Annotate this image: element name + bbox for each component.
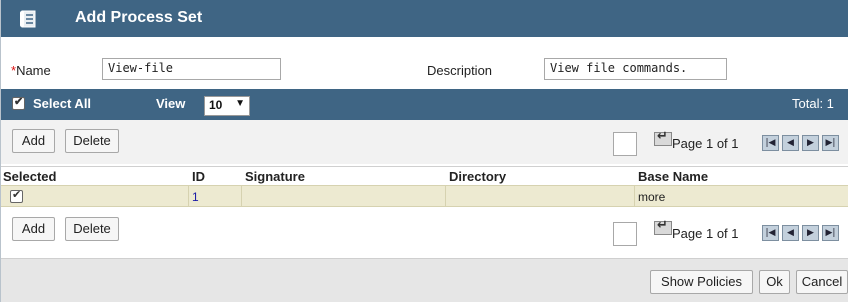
first-page-icon[interactable]: |◀ — [762, 225, 779, 241]
col-signature[interactable]: Signature — [245, 169, 305, 184]
column-divider — [241, 186, 242, 206]
description-field[interactable]: View file commands. — [544, 58, 727, 80]
name-label-text: Name — [16, 63, 51, 78]
row-base-name: more — [638, 190, 666, 204]
delete-button-bottom[interactable]: Delete — [65, 217, 119, 241]
go-page-icon-bottom[interactable] — [654, 218, 672, 235]
col-id[interactable]: ID — [192, 169, 205, 184]
description-label: Description — [427, 63, 493, 78]
prev-page-icon[interactable]: ◀ — [782, 225, 799, 241]
page-indicator-bottom: Page 1 of 1 — [672, 226, 739, 241]
col-base-name[interactable]: Base Name — [638, 169, 708, 184]
page-indicator-top: Page 1 of 1 — [672, 136, 739, 151]
add-button-top[interactable]: Add — [12, 129, 55, 153]
last-page-icon[interactable]: ▶| — [822, 225, 839, 241]
prev-page-icon[interactable]: ◀ — [782, 135, 799, 151]
dialog-footer: Show Policies Ok Cancel — [1, 258, 848, 302]
show-policies-button[interactable]: Show Policies — [650, 270, 753, 294]
view-select-value: 10 — [209, 98, 223, 112]
select-all-checkbox[interactable] — [12, 95, 25, 110]
row-select-checkbox[interactable] — [10, 188, 23, 203]
col-selected[interactable]: Selected — [3, 169, 56, 184]
go-page-icon-top[interactable] — [654, 129, 672, 146]
last-page-icon[interactable]: ▶| — [822, 135, 839, 151]
table-row[interactable]: 1 more — [1, 185, 848, 207]
top-toolbar: Add Delete Page 1 of 1 |◀ ◀ ▶ ▶| — [1, 120, 848, 164]
view-bar: Select All View 10 ▼ Total: 1 — [1, 89, 848, 120]
add-button-bottom[interactable]: Add — [12, 217, 55, 241]
view-label: View — [156, 96, 186, 111]
ok-button[interactable]: Ok — [759, 270, 790, 294]
col-directory[interactable]: Directory — [449, 169, 506, 184]
form-row: *Name View-file Description View file co… — [1, 46, 848, 88]
name-label: *Name — [11, 63, 51, 78]
page-input-top[interactable] — [613, 132, 637, 156]
first-page-icon[interactable]: |◀ — [762, 135, 779, 151]
page-input-bottom[interactable] — [613, 222, 637, 246]
cancel-button[interactable]: Cancel — [796, 270, 848, 294]
total-count: Total: 1 — [792, 96, 834, 111]
column-divider — [634, 186, 635, 206]
table-header: Selected ID Signature Directory Base Nam… — [1, 166, 848, 185]
view-select[interactable]: 10 ▼ — [204, 96, 250, 116]
dialog-title: Add Process Set — [75, 9, 203, 26]
next-page-icon[interactable]: ▶ — [802, 135, 819, 151]
scroll-icon — [20, 10, 36, 28]
name-field[interactable]: View-file — [102, 58, 281, 80]
column-divider — [188, 186, 189, 206]
next-page-icon[interactable]: ▶ — [802, 225, 819, 241]
bottom-toolbar: Add Delete Page 1 of 1 |◀ ◀ ▶ ▶| — [1, 208, 848, 252]
column-divider — [445, 186, 446, 206]
delete-button-top[interactable]: Delete — [65, 129, 119, 153]
select-all-label: Select All — [33, 96, 92, 111]
title-bar: Add Process Set — [1, 0, 848, 37]
dialog: Add Process Set *Name View-file Descript… — [0, 0, 848, 302]
dropdown-arrow-icon: ▼ — [235, 98, 245, 109]
row-id-link[interactable]: 1 — [192, 190, 199, 204]
